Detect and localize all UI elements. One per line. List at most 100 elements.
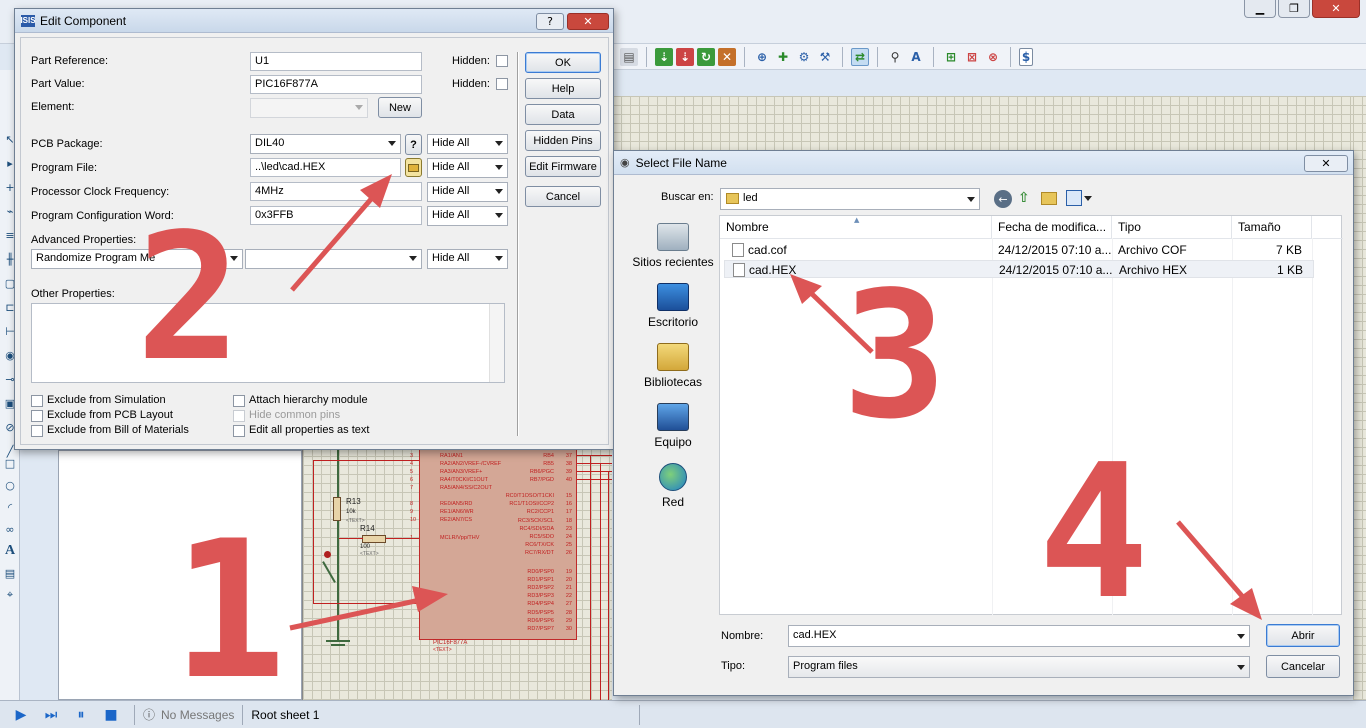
- config-word-visibility-select[interactable]: Hide All: [427, 206, 508, 226]
- block-rotate-icon[interactable]: ↻: [697, 47, 715, 66]
- place-libraries[interactable]: Bibliotecas: [624, 343, 722, 401]
- hidden-pins-button[interactable]: Hidden Pins: [525, 130, 601, 151]
- exclude-bom-checkbox[interactable]: [31, 425, 43, 437]
- ok-button[interactable]: OK: [525, 52, 601, 73]
- chip-pin-number: 18: [565, 517, 572, 524]
- step-icon[interactable]: ⏭: [42, 706, 60, 724]
- play-icon[interactable]: ▶: [12, 706, 30, 724]
- property-assignment-icon[interactable]: A: [907, 48, 925, 66]
- edit-firmware-button[interactable]: Edit Firmware: [525, 156, 601, 177]
- edit-all-text-checkbox[interactable]: [233, 425, 245, 437]
- paste-icon[interactable]: ▤: [620, 47, 638, 66]
- pause-icon[interactable]: ⏸: [72, 706, 90, 724]
- block-delete-icon[interactable]: ✕: [718, 47, 736, 66]
- element-select[interactable]: [250, 98, 368, 118]
- column-header-date[interactable]: Fecha de modifica...: [992, 216, 1112, 238]
- schematic-canvas-top[interactable]: [612, 96, 1366, 156]
- zoom-icon[interactable]: ⊕: [753, 48, 771, 66]
- advanced-property-select[interactable]: Randomize Program Me: [31, 249, 243, 269]
- resistor-r13[interactable]: [333, 497, 341, 521]
- status-bar: ▶ ⏭ ⏸ ■ ⓘ No Messages Root sheet 1: [0, 700, 1366, 728]
- file-type-select[interactable]: Program files: [788, 656, 1250, 678]
- file-list[interactable]: Nombre Fecha de modifica... Tipo Tamaño …: [719, 215, 1343, 616]
- make-device-icon[interactable]: ✚: [774, 48, 792, 66]
- back-icon[interactable]: ←: [994, 190, 1012, 208]
- column-header-type[interactable]: Tipo: [1112, 216, 1232, 238]
- overview-panel[interactable]: [58, 450, 302, 700]
- data-button[interactable]: Data: [525, 104, 601, 125]
- close-title-button[interactable]: ✕: [1304, 155, 1348, 172]
- resistor-r14[interactable]: [362, 535, 386, 543]
- chevron-down-icon: [495, 141, 503, 146]
- other-properties-textarea[interactable]: [31, 303, 505, 383]
- maximize-button[interactable]: ❐: [1278, 0, 1310, 18]
- bom-report-icon[interactable]: $: [1019, 47, 1033, 66]
- help-title-button[interactable]: ?: [536, 13, 564, 30]
- part-value-field[interactable]: PIC16F877A: [250, 75, 422, 94]
- file-name-field[interactable]: cad.HEX: [788, 625, 1250, 647]
- part-reference-hidden-checkbox[interactable]: [496, 55, 508, 67]
- new-folder-icon[interactable]: [1041, 192, 1057, 205]
- clock-visibility-select[interactable]: Hide All: [427, 182, 508, 202]
- file-size: 7 KB: [1276, 243, 1303, 257]
- up-folder-icon[interactable]: ⇧: [1018, 190, 1034, 208]
- file-row-cof[interactable]: cad.cof 24/12/2015 07:10 a... Archivo CO…: [724, 241, 1314, 259]
- schematic-canvas-edge[interactable]: [1353, 96, 1366, 700]
- place-computer[interactable]: Equipo: [624, 403, 722, 461]
- new-sheet-icon[interactable]: ⊞: [942, 48, 960, 66]
- open-button[interactable]: Abrir: [1266, 624, 1340, 647]
- wire-autorouter-icon[interactable]: ⇄: [851, 47, 869, 66]
- advanced-visibility-select[interactable]: Hide All: [427, 249, 508, 269]
- config-word-field[interactable]: 0x3FFB: [250, 206, 422, 225]
- place-recent[interactable]: Sitios recientes: [624, 223, 722, 281]
- advanced-value-select[interactable]: [245, 249, 422, 269]
- remove-sheet-icon[interactable]: ⊠: [963, 48, 981, 66]
- block-copy-icon[interactable]: ⇣: [655, 47, 673, 66]
- exclude-pcb-checkbox[interactable]: [31, 410, 43, 422]
- edit-component-titlebar: ISIS Edit Component ? ✕: [15, 9, 613, 33]
- packaging-tool-icon[interactable]: ⚙: [795, 48, 813, 66]
- exit-parent-icon[interactable]: ⊗: [984, 48, 1002, 66]
- view-menu-icon[interactable]: [1066, 190, 1082, 206]
- exclude-simulation-checkbox[interactable]: [31, 395, 43, 407]
- box-2d-icon[interactable]: □: [3, 456, 17, 470]
- look-in-select[interactable]: led: [720, 188, 980, 210]
- block-move-icon[interactable]: ⇣: [676, 47, 694, 66]
- decompose-icon[interactable]: ⚒: [816, 48, 834, 66]
- chevron-down-icon[interactable]: [1084, 196, 1092, 201]
- place-desktop[interactable]: Escritorio: [624, 283, 722, 341]
- new-element-button[interactable]: New: [378, 97, 422, 118]
- arc-2d-icon[interactable]: ◜: [3, 500, 17, 514]
- close-button[interactable]: ✕: [1312, 0, 1360, 18]
- path-2d-icon[interactable]: ∞: [3, 522, 17, 536]
- status-messages[interactable]: No Messages: [161, 708, 234, 722]
- attach-hierarchy-checkbox[interactable]: [233, 395, 245, 407]
- help-button[interactable]: Help: [525, 78, 601, 99]
- browse-folder-button[interactable]: [405, 158, 422, 177]
- libraries-icon: [657, 343, 689, 371]
- textarea-scrollbar[interactable]: [489, 304, 504, 382]
- clock-field[interactable]: 4MHz: [250, 182, 422, 201]
- symbol-2d-icon[interactable]: ▤: [3, 566, 17, 580]
- stop-icon[interactable]: ■: [102, 706, 120, 724]
- program-file-field[interactable]: ..\led\cad.HEX: [250, 158, 401, 177]
- marker-2d-icon[interactable]: ⌖: [3, 588, 17, 602]
- minimize-button[interactable]: ▁: [1244, 0, 1276, 18]
- part-value-hidden-checkbox[interactable]: [496, 78, 508, 90]
- cancel-button[interactable]: Cancel: [525, 186, 601, 207]
- search-tag-icon[interactable]: ⚲: [886, 48, 904, 66]
- text-2d-icon[interactable]: A: [3, 543, 17, 558]
- place-network[interactable]: Red: [624, 463, 722, 521]
- close-title-button[interactable]: ✕: [567, 13, 609, 30]
- cancel-button[interactable]: Cancelar: [1266, 655, 1340, 678]
- pcb-package-select[interactable]: DIL40: [250, 134, 401, 154]
- pic16f877a-chip[interactable]: 3 RA1/AN1 4 RA2/AN2/VREF-/CVREF 5 RA3/AN3/VRE…: [410, 448, 577, 640]
- pcb-package-visibility-select[interactable]: Hide All: [427, 134, 508, 154]
- file-row-hex[interactable]: cad.HEX 24/12/2015 07:10 a... Archivo HE…: [724, 260, 1314, 278]
- circle-2d-icon[interactable]: ○: [3, 478, 17, 492]
- hide-common-pins-checkbox[interactable]: [233, 410, 245, 422]
- package-help-button[interactable]: ?: [405, 134, 422, 155]
- column-header-size[interactable]: Tamaño: [1232, 216, 1312, 238]
- part-reference-field[interactable]: U1: [250, 52, 422, 71]
- program-file-visibility-select[interactable]: Hide All: [427, 158, 508, 178]
